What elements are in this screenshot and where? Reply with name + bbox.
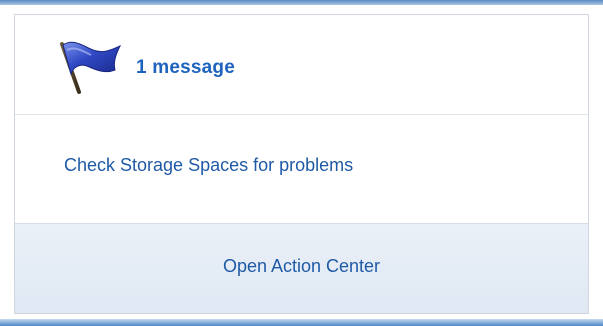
taskbar-edge-top xyxy=(0,0,603,5)
flyout-footer: Open Action Center xyxy=(15,224,588,313)
flag-icon xyxy=(60,41,122,94)
flyout-panel: 1 message Check Storage Spaces for probl… xyxy=(14,14,589,314)
action-center-flyout: 1 message Check Storage Spaces for probl… xyxy=(0,0,603,326)
taskbar-edge-bottom xyxy=(0,319,603,326)
open-action-center-link[interactable]: Open Action Center xyxy=(223,256,380,277)
flyout-header: 1 message xyxy=(15,15,588,115)
message-link-storage-spaces[interactable]: Check Storage Spaces for problems xyxy=(64,155,353,176)
message-list: Check Storage Spaces for problems xyxy=(15,115,588,224)
message-count: 1 message xyxy=(136,57,235,78)
